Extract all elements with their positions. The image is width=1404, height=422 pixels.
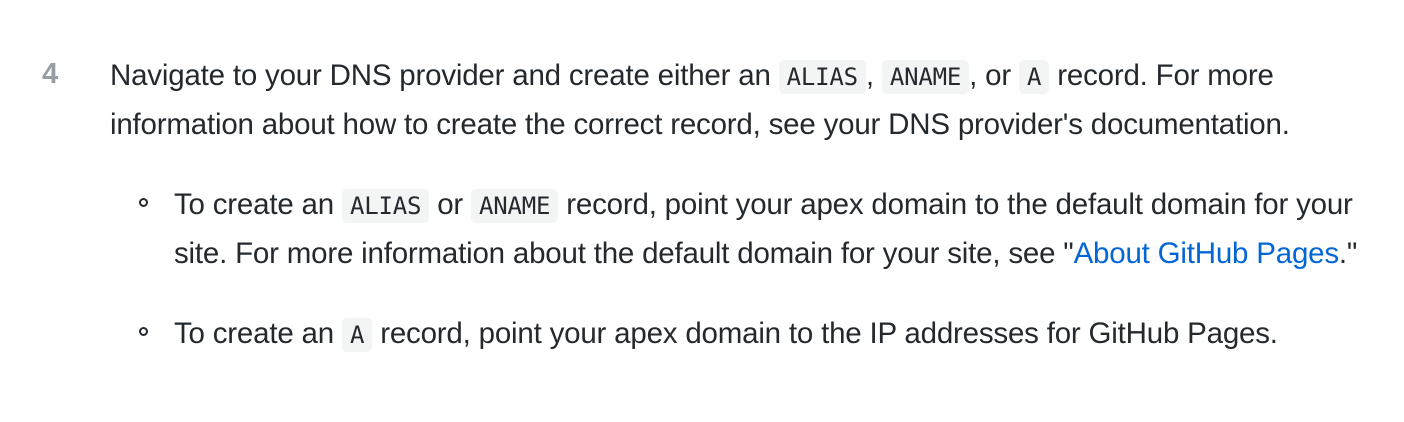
bullet2-text-2: record, point your apex domain to the IP… [372,317,1278,350]
bullet-list: To create an ALIAS or ANAME record, poin… [110,181,1400,359]
intro-text-2: , [865,59,882,92]
code-a: A [341,318,373,352]
step-body: Navigate to your DNS provider and create… [110,52,1400,359]
code-aname: ANAME [471,189,559,223]
intro-text-3: , or [969,59,1019,92]
list-item-alias-aname: To create an ALIAS or ANAME record, poin… [110,181,1400,278]
bullet-circle-icon [139,327,148,336]
bullet1-text-4: ." [1338,237,1358,270]
bullet1-text-1: To create an [174,188,342,221]
about-github-pages-link[interactable]: About GitHub Pages [1074,237,1340,270]
code-alias: ALIAS [341,189,430,223]
step-number: 4 [42,58,59,90]
code-alias: ALIAS [778,60,866,94]
intro-text-1: Navigate to your DNS provider and create… [110,59,779,92]
step-intro-paragraph: Navigate to your DNS provider and create… [110,52,1400,149]
bullet1-text-2: or [429,188,472,221]
bullet-circle-icon [139,198,148,207]
code-a: A [1019,60,1050,94]
code-aname: ANAME [881,60,970,94]
bullet2-text-1: To create an [174,317,342,350]
list-item-a-record: To create an A record, point your apex d… [110,310,1400,359]
